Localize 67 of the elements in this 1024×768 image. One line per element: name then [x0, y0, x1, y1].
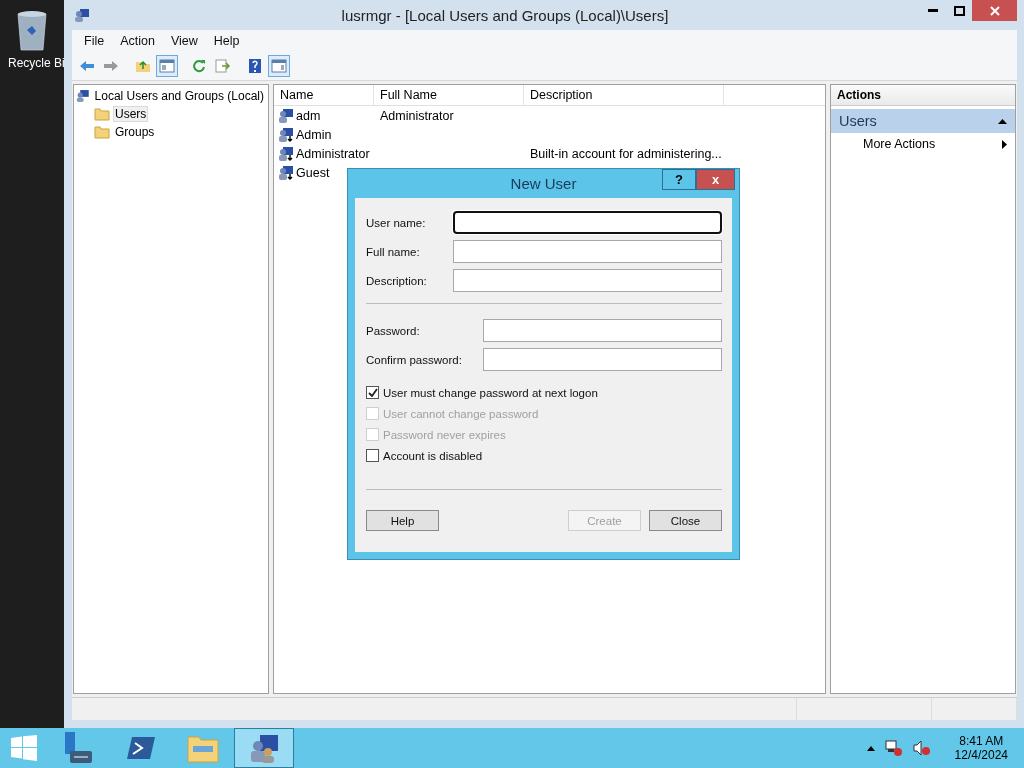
field-label: Description: — [366, 274, 428, 287]
field-label: Password: — [366, 324, 421, 337]
close-icon — [989, 5, 1000, 16]
dialog-close-button[interactable]: x — [696, 169, 735, 190]
windows-logo-icon — [11, 735, 37, 761]
dialog-title: New User — [510, 175, 577, 192]
input-field[interactable] — [453, 269, 722, 292]
maximize-icon — [953, 5, 965, 16]
taskbar-button[interactable] — [234, 728, 294, 768]
back-arrow-icon — [79, 60, 95, 72]
tree-item[interactable]: Local Users and Groups (Local) — [92, 88, 266, 104]
clock[interactable]: 8:41 AM 12/4/2024 — [954, 734, 1008, 762]
recycle-bin-icon[interactable] — [14, 8, 50, 52]
action-item[interactable]: More Actions — [831, 133, 1015, 155]
dialog-button[interactable]: Help — [366, 510, 439, 531]
input-field[interactable] — [483, 348, 722, 371]
menu-item[interactable]: Action — [112, 34, 163, 48]
checkbox[interactable] — [366, 449, 379, 462]
dialog-button[interactable]: Close — [649, 510, 722, 531]
help-button[interactable]: ? — [662, 169, 696, 190]
menu-item[interactable]: File — [76, 34, 113, 48]
checkbox[interactable] — [366, 386, 379, 399]
folder-icon — [94, 107, 110, 121]
field-label: User name: — [366, 216, 427, 229]
window-title: lusrmgr - [Local Users and Groups (Local)\Users] — [340, 6, 670, 24]
field-label: Confirm password: — [366, 353, 463, 366]
menu-item[interactable]: View — [162, 34, 206, 48]
refresh-icon — [192, 59, 206, 73]
folder-up-icon — [135, 59, 151, 73]
powershell-icon — [126, 735, 156, 761]
input-field[interactable] — [453, 240, 722, 263]
tree-item[interactable]: Users — [113, 106, 149, 122]
actions-header: Actions — [831, 85, 1015, 106]
export-list-icon — [215, 59, 231, 73]
table-cell-text: Built-in account for administering... — [529, 146, 723, 161]
column-header[interactable]: Description — [524, 85, 724, 105]
table-cell[interactable]: adm — [274, 107, 374, 124]
table-cell-text: Administrator — [379, 108, 455, 123]
input-field[interactable] — [453, 211, 722, 234]
toolbar-button[interactable] — [268, 55, 290, 77]
toolbar-button[interactable] — [156, 55, 178, 77]
menu-item[interactable]: Help — [205, 34, 248, 48]
folder-icon — [187, 733, 219, 763]
field-label: Full name: — [366, 245, 421, 258]
tree-item[interactable]: Groups — [113, 124, 157, 140]
actions-section[interactable]: Users — [831, 109, 1015, 133]
show-hidden-icons-icon[interactable] — [866, 745, 875, 751]
submenu-arrow-icon — [1002, 139, 1007, 149]
column-header[interactable]: Full Name — [374, 85, 524, 105]
close-button[interactable] — [972, 0, 1017, 21]
app-icon — [74, 7, 90, 23]
action-pane-icon — [271, 59, 287, 73]
network-error-icon[interactable] — [884, 740, 903, 756]
computer-users-icon — [76, 88, 90, 104]
users-icon — [248, 732, 280, 764]
collapse-icon — [998, 118, 1007, 124]
column-header[interactable]: Name — [274, 85, 374, 105]
checkbox-label[interactable]: Account is disabled — [366, 445, 722, 466]
forward-arrow-icon — [103, 60, 119, 72]
minimize-icon — [928, 9, 938, 12]
checkbox-label[interactable]: User must change password at next logon — [366, 382, 722, 403]
console-tree-icon — [159, 59, 175, 73]
folder-icon — [94, 125, 110, 139]
desktop-icon-label: Recycle Bi — [8, 56, 65, 70]
speaker-muted-icon[interactable] — [912, 740, 931, 756]
input-field[interactable] — [483, 319, 722, 342]
help-icon — [248, 58, 262, 74]
